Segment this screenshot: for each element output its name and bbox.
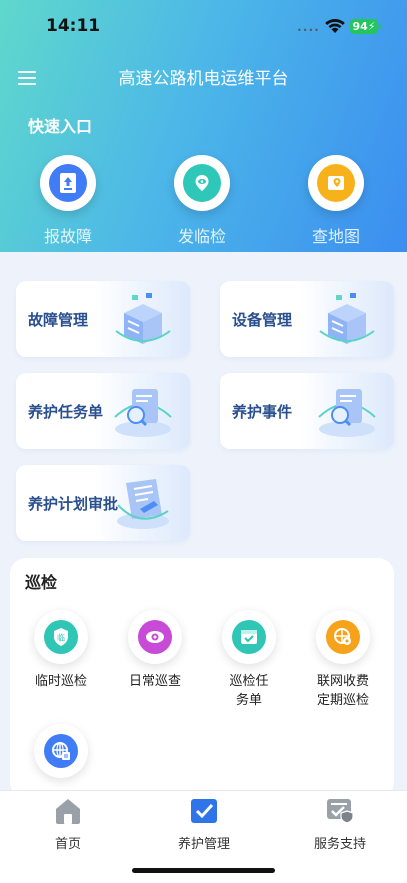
app-title: 高速公路机电运维平台 xyxy=(118,69,289,89)
tab-label: 养护管理 xyxy=(177,837,230,852)
card-label: 故障管理 xyxy=(28,311,89,329)
patrol-item-globe[interactable] xyxy=(18,724,104,786)
patrol-item-temporary[interactable]: 临 临时巡检 xyxy=(18,610,104,691)
card-device-management[interactable]: 设备管理 xyxy=(220,281,394,357)
tab-service-support[interactable]: 服务支持 xyxy=(290,797,390,852)
quick-label-map: 查地图 xyxy=(311,227,360,246)
card-maintenance-plan-approval[interactable]: 养护计划审批 xyxy=(16,465,190,541)
patrol-item-label: 联网收费定期巡检 xyxy=(316,674,369,708)
patrol-item-daily[interactable]: 日常巡查 xyxy=(112,610,198,691)
report-fault-icon xyxy=(49,164,87,202)
battery-tip xyxy=(379,24,381,29)
temp-patrol-icon: 临 xyxy=(44,620,78,654)
patrol-section: 巡检 临 临时巡检 日常巡查 巡检任务单 联网收费定期巡检 xyxy=(10,558,394,798)
battery-indicator: 94⚡ xyxy=(350,19,378,34)
document-search-illustration-icon xyxy=(318,389,376,437)
quick-label-report: 报故障 xyxy=(43,227,92,246)
home-icon xyxy=(56,799,80,824)
task-list-icon xyxy=(232,620,266,654)
svg-text:临: 临 xyxy=(57,633,65,643)
home-indicator xyxy=(132,868,275,873)
tab-label: 首页 xyxy=(54,837,81,852)
server-illustration-icon xyxy=(115,293,171,344)
header: 14:11 •••• 94⚡ 高速公路机电运维平台 快速入口 报故障 发临检 查… xyxy=(0,0,407,252)
signal-icon: •••• xyxy=(297,26,320,35)
tab-home[interactable]: 首页 xyxy=(18,797,118,852)
approval-document-illustration-icon xyxy=(117,479,169,529)
card-label: 设备管理 xyxy=(232,311,293,329)
map-icon xyxy=(317,164,355,202)
support-shield-icon xyxy=(327,799,354,824)
temp-inspection-icon xyxy=(183,164,221,202)
patrol-item-label: 临时巡检 xyxy=(34,674,87,689)
patrol-item-label: 日常巡查 xyxy=(128,674,181,689)
card-label: 养护事件 xyxy=(232,403,293,421)
card-maintenance-task[interactable]: 养护任务单 xyxy=(16,373,190,449)
quick-map-button[interactable]: 查地图 xyxy=(281,155,391,247)
globe-grid-icon xyxy=(44,734,78,768)
quick-temp-inspection-button[interactable]: 发临检 xyxy=(147,155,257,247)
quick-entry-label: 快速入口 xyxy=(28,117,93,136)
quick-label-temp: 发临检 xyxy=(177,227,226,246)
card-label: 养护计划审批 xyxy=(28,495,119,513)
tab-label: 服务支持 xyxy=(313,837,366,852)
document-search-illustration-icon xyxy=(114,389,172,437)
server-illustration-icon xyxy=(319,293,375,344)
battery-level: 94 xyxy=(352,20,368,33)
toll-inspection-icon xyxy=(326,620,360,654)
card-fault-management[interactable]: 故障管理 xyxy=(16,281,190,357)
wifi-icon xyxy=(325,18,345,33)
card-label: 养护任务单 xyxy=(28,403,104,421)
quick-report-fault-button[interactable]: 报故障 xyxy=(13,155,123,247)
patrol-section-title: 巡检 xyxy=(25,573,58,592)
patrol-item-task-list[interactable]: 巡检任务单 xyxy=(206,610,292,710)
eye-icon xyxy=(138,620,172,654)
card-maintenance-event[interactable]: 养护事件 xyxy=(220,373,394,449)
patrol-item-label: 巡检任务单 xyxy=(229,674,269,708)
status-time: 14:11 xyxy=(46,16,101,36)
checkbox-icon xyxy=(191,799,217,823)
patrol-item-toll-network[interactable]: 联网收费定期巡检 xyxy=(300,610,386,710)
tab-maintenance[interactable]: 养护管理 xyxy=(154,797,254,852)
status-bar: 14:11 •••• 94⚡ xyxy=(0,16,407,40)
